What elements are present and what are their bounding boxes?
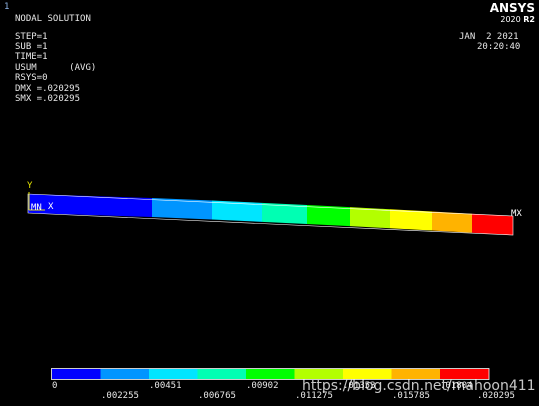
y-axis-label: Y	[27, 181, 33, 191]
contour-band-9	[472, 213, 513, 235]
legend-swatch-4	[197, 369, 247, 379]
contour-band-4	[262, 202, 307, 225]
legend-label-top-3: .00902	[246, 381, 279, 391]
min-node-label: MN	[31, 203, 42, 213]
legend-swatch-1	[52, 369, 101, 379]
contour-band-7	[390, 209, 432, 231]
legend-label-top-2: .00451	[149, 381, 182, 391]
beam-contour-plot	[27, 192, 514, 380]
legend-swatch-2	[100, 369, 150, 379]
max-node-label: MX	[511, 209, 522, 219]
graphics-window[interactable]: 1 ANSYS 2020 R2 NODAL SOLUTION STEP=1 SU…	[0, 0, 539, 406]
legend-label-top-1: 0	[52, 381, 58, 391]
x-axis-label: X	[48, 202, 54, 212]
legend-label-bottom-1: .002255	[101, 391, 139, 401]
legend-swatch-3	[149, 369, 198, 379]
deformed-beam	[27, 193, 514, 236]
legend-label-bottom-2: .006765	[198, 391, 236, 401]
contour-band-8	[432, 211, 472, 233]
watermark: https://blog.csdn.net/mahoon411	[302, 378, 536, 394]
legend-swatch-5	[246, 369, 295, 379]
